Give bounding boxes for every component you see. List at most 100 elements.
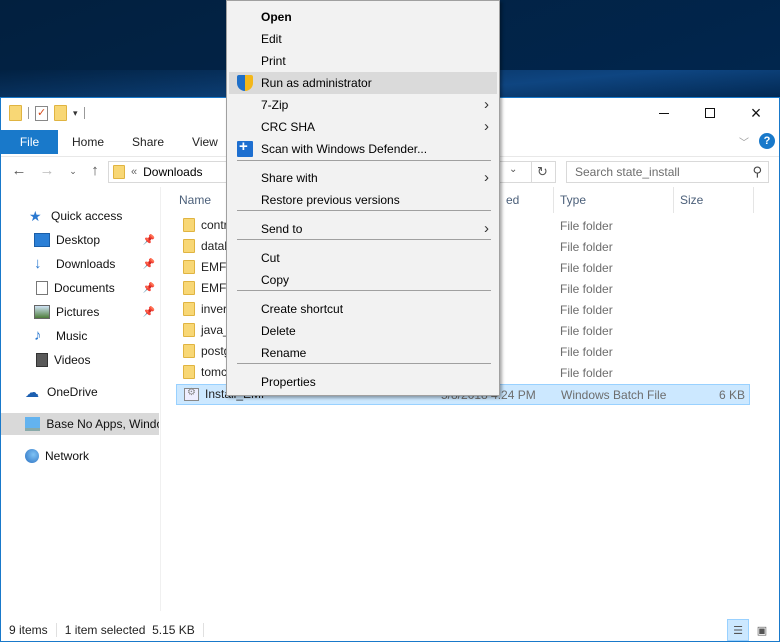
- menu-item-label: CRC SHA: [261, 120, 316, 134]
- nav-item-videos[interactable]: Videos: [1, 349, 159, 371]
- toolbar-divider: [28, 107, 29, 119]
- folder-icon: [183, 281, 195, 295]
- tab-file[interactable]: File: [1, 130, 58, 154]
- nav-item-network[interactable]: Network: [1, 445, 159, 467]
- help-icon[interactable]: ?: [759, 133, 775, 149]
- address-dropdown-icon[interactable]: ⌄: [509, 164, 517, 175]
- properties-icon[interactable]: [35, 105, 48, 121]
- menu-item-cut[interactable]: Cut: [229, 247, 497, 269]
- menu-item-open[interactable]: Open: [229, 6, 497, 28]
- menu-item-label: Print: [261, 54, 286, 68]
- minimize-button[interactable]: [641, 98, 687, 128]
- pin-icon[interactable]: 📌: [143, 307, 155, 318]
- nav-item-documents[interactable]: Documents 📌: [1, 277, 159, 299]
- new-folder-icon[interactable]: [54, 105, 67, 121]
- menu-separator: [237, 210, 491, 211]
- menu-item-rename[interactable]: Rename: [229, 342, 497, 364]
- column-divider[interactable]: [553, 187, 554, 213]
- file-type: File folder: [560, 261, 613, 275]
- menu-item-properties[interactable]: Properties: [229, 371, 497, 393]
- column-header-type[interactable]: Type: [560, 187, 586, 213]
- column-header-date-modified[interactable]: ed: [506, 187, 519, 213]
- forward-arrow-icon[interactable]: →: [37, 162, 57, 179]
- folder-icon: [183, 344, 195, 358]
- refresh-button[interactable]: ↻: [531, 162, 553, 182]
- back-arrow-icon[interactable]: ←: [9, 162, 29, 179]
- customize-toolbar-icon[interactable]: ▾: [73, 108, 78, 119]
- menu-item-label: Share with: [261, 171, 318, 185]
- menu-item-crc-sha[interactable]: CRC SHA ›: [229, 116, 497, 138]
- nav-item-quick-access[interactable]: ★ Quick access: [1, 205, 159, 227]
- chevron-right-icon: ›: [484, 220, 489, 237]
- column-divider[interactable]: [673, 187, 674, 213]
- menu-item-delete[interactable]: Delete: [229, 320, 497, 342]
- large-icons-view-button[interactable]: ▣: [751, 619, 773, 641]
- folder-icon: [183, 260, 195, 274]
- column-divider[interactable]: [753, 187, 754, 213]
- menu-item-send-to[interactable]: Send to ›: [229, 218, 497, 240]
- file-name: contr: [201, 218, 228, 232]
- search-input[interactable]: Search state_install ⚲: [566, 161, 769, 183]
- nav-item-label: Music: [56, 329, 88, 343]
- file-type: File folder: [560, 303, 613, 317]
- close-button[interactable]: ×: [733, 98, 779, 128]
- maximize-button[interactable]: [687, 98, 733, 128]
- menu-item-edit[interactable]: Edit: [229, 28, 497, 50]
- documents-icon: [36, 281, 48, 295]
- nav-item-downloads[interactable]: ↓ Downloads 📌: [1, 253, 159, 275]
- nav-item-label: Documents: [54, 281, 115, 295]
- recent-locations-icon[interactable]: ⌄: [63, 166, 83, 177]
- menu-item-copy[interactable]: Copy: [229, 269, 497, 291]
- pane-divider[interactable]: [160, 187, 161, 611]
- menu-item-restore-previous-versions[interactable]: Restore previous versions: [229, 189, 497, 211]
- up-arrow-icon[interactable]: ↑: [85, 162, 105, 179]
- uac-shield-icon: [237, 75, 253, 91]
- menu-item-print[interactable]: Print: [229, 50, 497, 72]
- menu-separator: [237, 239, 491, 240]
- pin-icon[interactable]: 📌: [143, 283, 155, 294]
- close-icon: ×: [750, 102, 762, 123]
- file-name-cell: java_: [183, 323, 230, 337]
- menu-item-create-shortcut[interactable]: Create shortcut: [229, 298, 497, 320]
- nav-item-onedrive[interactable]: ☁ OneDrive: [1, 381, 159, 403]
- pin-icon[interactable]: 📌: [143, 259, 155, 270]
- menu-item-7-zip[interactable]: 7-Zip ›: [229, 94, 497, 116]
- nav-item-label: Network: [45, 449, 90, 463]
- column-header-name[interactable]: Name: [179, 187, 211, 213]
- quick-access-toolbar: ▾: [9, 105, 85, 121]
- toolbar-divider: [83, 107, 85, 119]
- tab-home[interactable]: Home: [58, 130, 118, 154]
- pictures-icon: [34, 305, 50, 319]
- menu-item-label: Rename: [261, 346, 307, 360]
- nav-item-label: Pictures: [56, 305, 100, 319]
- menu-item-label: Restore previous versions: [261, 193, 400, 207]
- menu-item-share-with[interactable]: Share with ›: [229, 167, 497, 189]
- details-view-button[interactable]: ☰: [727, 619, 749, 641]
- menu-item-label: Delete: [261, 324, 296, 338]
- overflow-breadcrumb[interactable]: «: [131, 166, 137, 178]
- pin-icon[interactable]: 📌: [143, 235, 155, 246]
- expand-ribbon-icon[interactable]: ﹀: [739, 134, 749, 149]
- nav-item-pictures[interactable]: Pictures 📌: [1, 301, 159, 323]
- menu-item-run-as-administrator[interactable]: Run as administrator: [229, 72, 497, 94]
- menu-item-scan-with-windows-defender[interactable]: Scan with Windows Defender...: [229, 138, 497, 160]
- menu-item-label: Open: [261, 10, 292, 24]
- details-view-icon: ☰: [733, 624, 743, 637]
- nav-item-label: Downloads: [56, 257, 116, 271]
- minimize-icon: [659, 112, 669, 114]
- nav-item-this-pc[interactable]: Base No Apps, Windo: [1, 413, 159, 435]
- tab-view[interactable]: View: [178, 130, 232, 154]
- item-count: 9 items: [9, 623, 48, 637]
- menu-item-label: Create shortcut: [261, 302, 344, 316]
- desktop-icon: [34, 233, 50, 247]
- breadcrumb-downloads[interactable]: Downloads: [143, 165, 202, 179]
- this-pc-icon: [25, 417, 41, 431]
- folder-icon: [183, 218, 195, 232]
- nav-item-label: OneDrive: [47, 385, 98, 399]
- defender-icon: [237, 138, 253, 157]
- nav-item-music[interactable]: ♪ Music: [1, 325, 159, 347]
- tab-share[interactable]: Share: [118, 130, 178, 154]
- menu-separator: [237, 290, 491, 291]
- column-header-size[interactable]: Size: [680, 187, 703, 213]
- nav-item-desktop[interactable]: Desktop 📌: [1, 229, 159, 251]
